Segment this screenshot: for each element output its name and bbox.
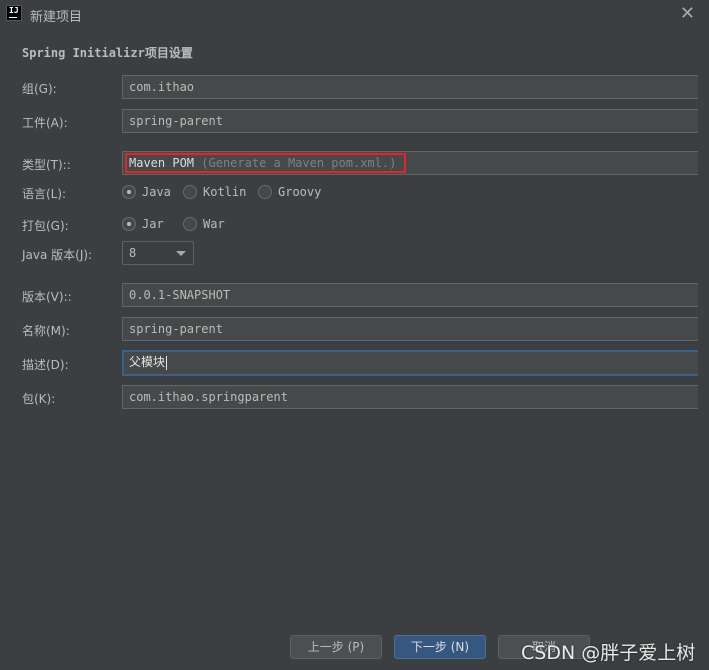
packaging-jar-label: Jar	[142, 217, 164, 231]
language-label: 语言(L):	[22, 187, 67, 201]
package-field[interactable]: com.ithao.springparent	[122, 385, 698, 409]
artifact-label: 工件(A):	[22, 116, 68, 130]
java-version-value: 8	[129, 246, 137, 260]
language-kotlin-label: Kotlin	[203, 185, 247, 199]
radio-checked-icon	[122, 185, 136, 199]
close-icon[interactable]: ✕	[680, 3, 695, 24]
version-label: 版本(V)::	[22, 290, 72, 304]
name-label: 名称(M):	[22, 324, 70, 338]
java-version-select[interactable]: 8	[122, 241, 194, 265]
packaging-war-label: War	[203, 217, 225, 231]
artifact-field[interactable]: spring-parent	[122, 109, 698, 133]
description-value: 父模块	[129, 355, 166, 369]
name-field[interactable]: spring-parent	[122, 317, 698, 341]
language-java-label: Java	[142, 185, 171, 199]
version-field[interactable]: 0.0.1-SNAPSHOT	[122, 283, 698, 307]
radio-unchecked-icon	[183, 217, 197, 231]
group-label: 组(G):	[22, 82, 57, 96]
type-label: 类型(T)::	[22, 158, 71, 172]
group-field[interactable]: com.ithao	[122, 75, 698, 99]
description-field[interactable]: 父模块	[122, 350, 698, 376]
packaging-label: 打包(G):	[22, 219, 69, 233]
radio-unchecked-icon	[183, 185, 197, 199]
annotation-highlight-box	[125, 153, 406, 173]
csdn-watermark: CSDN @胖子爱上树	[521, 642, 696, 664]
title-bar: IJ 新建项目 ✕	[0, 0, 709, 30]
text-caret	[166, 355, 168, 370]
radio-checked-icon	[122, 217, 136, 231]
java-version-label: Java 版本(J):	[22, 248, 93, 262]
intellij-logo-icon: IJ	[6, 5, 22, 21]
previous-button[interactable]: 上一步 (P)	[290, 635, 382, 659]
chevron-down-icon	[176, 251, 186, 256]
package-label: 包(K):	[22, 392, 56, 406]
language-groovy-label: Groovy	[278, 185, 322, 199]
next-button[interactable]: 下一步 (N)	[394, 635, 486, 659]
section-title: Spring Initializr项目设置	[22, 46, 193, 60]
description-label: 描述(D):	[22, 358, 69, 372]
window-title: 新建项目	[30, 10, 83, 25]
radio-unchecked-icon	[258, 185, 272, 199]
